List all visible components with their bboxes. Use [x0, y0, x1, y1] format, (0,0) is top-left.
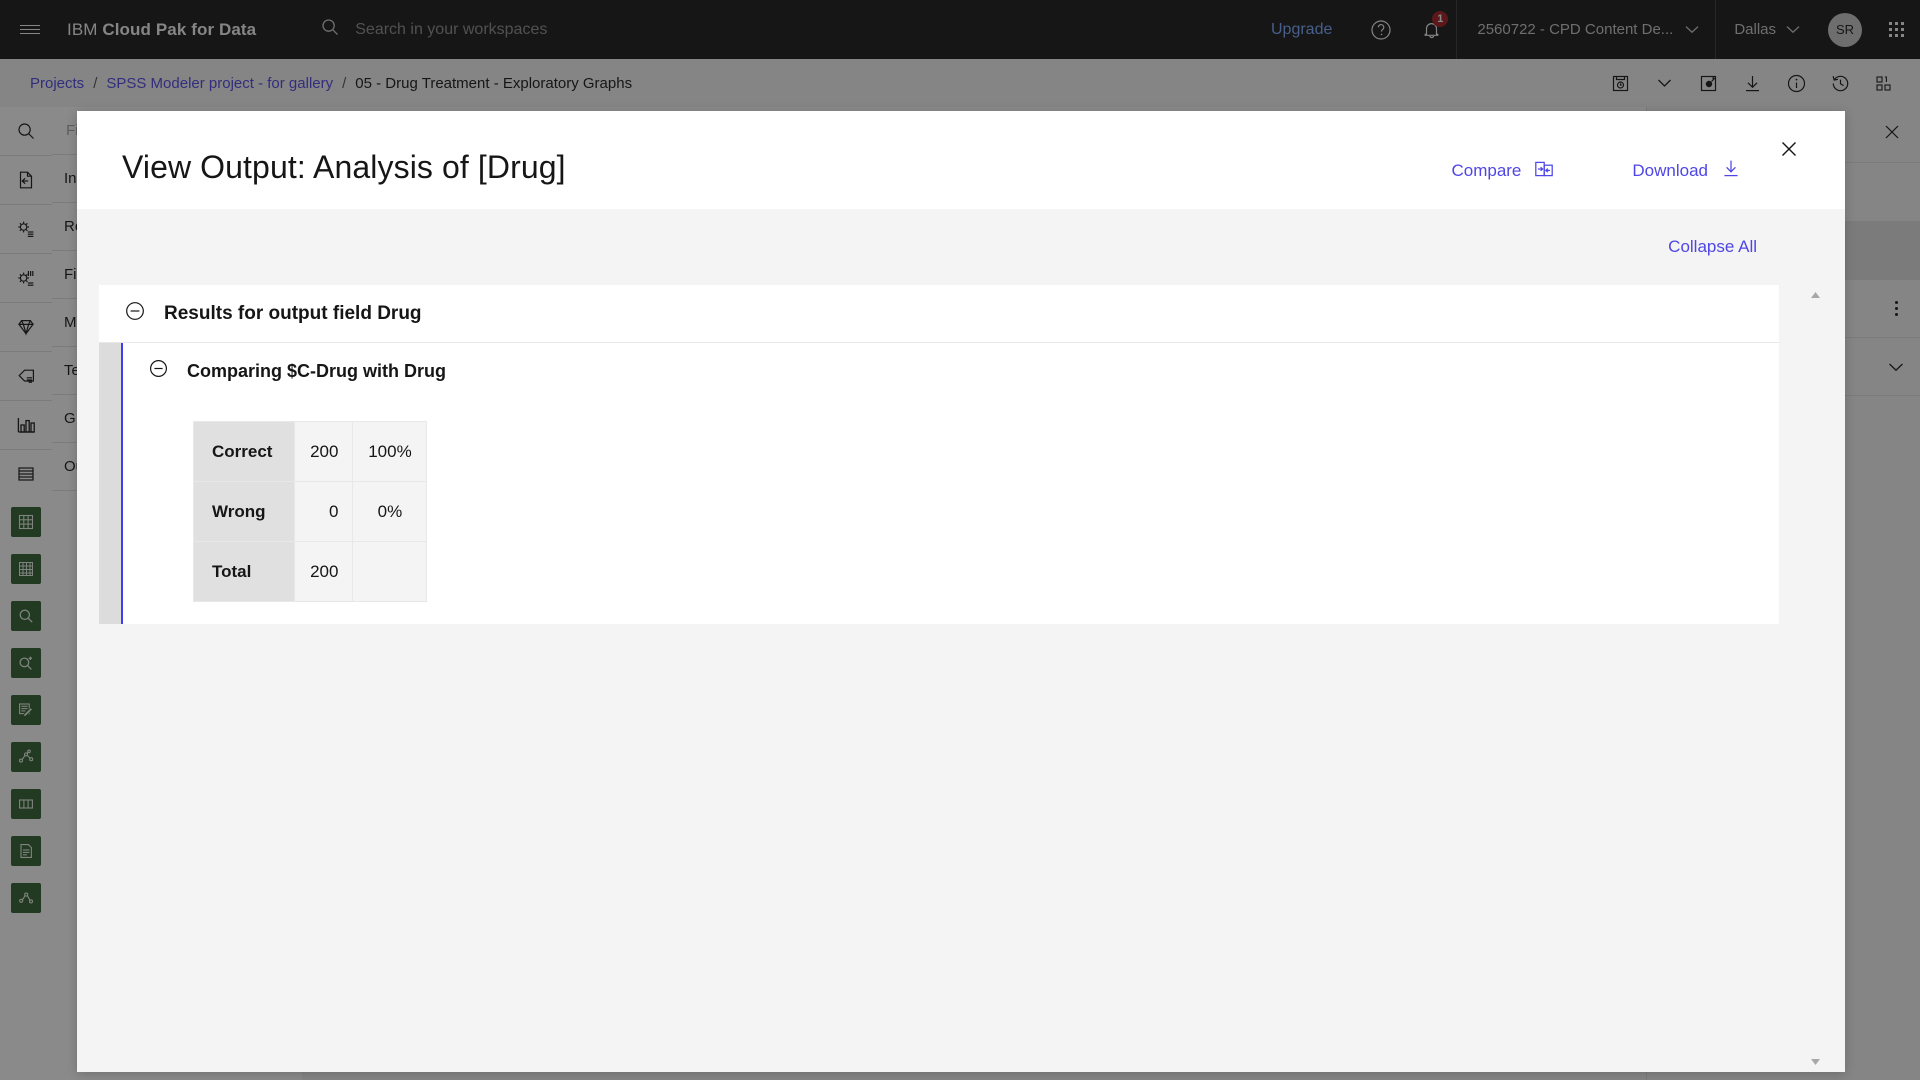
download-label: Download [1632, 161, 1708, 180]
subsection-title: Comparing $C-Drug with Drug [187, 360, 446, 381]
row-label-wrong: Wrong [192, 481, 296, 542]
modal-header: View Output: Analysis of [Drug] Compare … [77, 111, 1845, 209]
row-count-wrong: 0 [294, 481, 354, 542]
modal-body: Results for output field Drug Comparing … [77, 285, 1845, 1072]
row-label-correct: Correct [192, 421, 296, 482]
result-section-title: Results for output field Drug [164, 302, 422, 324]
result-section-header: Results for output field Drug [99, 285, 1779, 342]
content-scrollbar[interactable] [1807, 285, 1823, 1072]
compare-button[interactable]: Compare [1451, 159, 1554, 184]
download-button[interactable]: Download [1632, 158, 1741, 184]
collapse-all-button[interactable]: Collapse All [1668, 237, 1757, 257]
row-count-correct: 200 [294, 421, 354, 482]
row-percent-correct: 100% [352, 421, 428, 482]
subsection-header: Comparing $C-Drug with Drug [123, 343, 1779, 399]
circle-minus-icon[interactable] [124, 300, 146, 327]
row-label-total: Total [192, 541, 296, 602]
caret-up-icon[interactable] [1807, 285, 1823, 299]
download-icon [1721, 158, 1741, 184]
page-title: View Output: Analysis of [Drug] [122, 149, 566, 185]
section-gutter [99, 343, 121, 624]
row-percent-wrong: 0% [352, 481, 428, 542]
subsection: Comparing $C-Drug with Drug Correct 200 … [123, 343, 1779, 624]
compare-label: Compare [1451, 161, 1522, 180]
close-icon[interactable] [1769, 129, 1809, 169]
output-content: Results for output field Drug Comparing … [99, 285, 1779, 1072]
caret-down-icon[interactable] [1807, 1058, 1823, 1066]
circle-minus-icon[interactable] [148, 358, 169, 384]
coincidence-matrix-table: Correct 200 100% Wrong 0 0% Total 200 [192, 421, 428, 602]
row-percent-total [352, 541, 428, 602]
row-count-total: 200 [294, 541, 354, 602]
table-row: Total 200 [192, 541, 428, 602]
modal-subheader: Collapse All [77, 209, 1845, 285]
result-section-body: Comparing $C-Drug with Drug Correct 200 … [99, 342, 1779, 624]
table-row: Wrong 0 0% [192, 481, 428, 542]
view-output-modal: View Output: Analysis of [Drug] Compare … [77, 111, 1845, 1072]
result-section: Results for output field Drug Comparing … [99, 285, 1779, 624]
compare-icon [1534, 159, 1554, 184]
table-row: Correct 200 100% [192, 421, 428, 482]
